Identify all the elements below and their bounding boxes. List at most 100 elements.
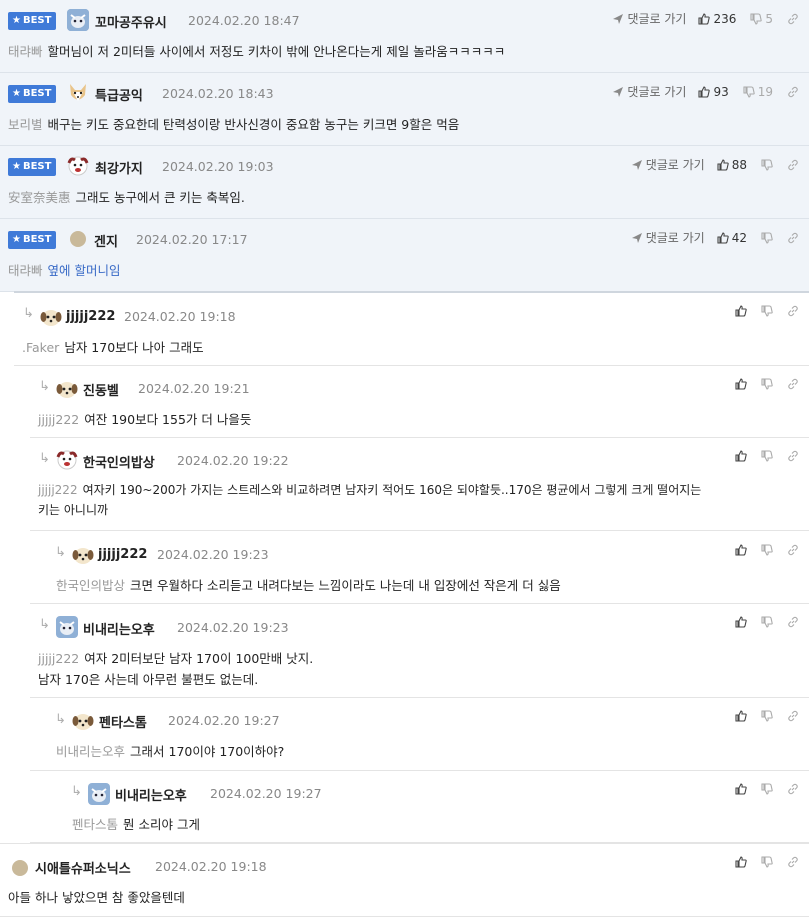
star-icon: ★ xyxy=(12,234,21,245)
link-icon[interactable] xyxy=(787,378,799,390)
comment-author[interactable]: 한국인의밥상 xyxy=(83,452,155,471)
comment-date: 2024.02.20 17:17 xyxy=(136,232,248,247)
thumbs-down-icon[interactable] xyxy=(761,616,773,628)
avatar[interactable] xyxy=(88,783,110,805)
avatar[interactable] xyxy=(67,82,89,104)
thumbs-down-icon[interactable] xyxy=(761,856,773,868)
thumbs-down-icon[interactable] xyxy=(761,544,773,556)
comment-actions xyxy=(735,450,799,462)
link-icon[interactable] xyxy=(787,544,799,556)
comment-author[interactable]: 최강가지 xyxy=(95,158,143,177)
link-icon[interactable] xyxy=(787,856,799,868)
thumbs-up-icon[interactable] xyxy=(698,12,711,25)
thumbs-up-icon[interactable] xyxy=(698,85,711,98)
thumbs-up-icon[interactable] xyxy=(735,378,747,390)
like-count: 93 xyxy=(713,84,729,99)
comment-actions xyxy=(735,305,799,317)
avatar[interactable] xyxy=(72,710,94,732)
thumbs-down-icon[interactable] xyxy=(761,783,773,795)
reply-target[interactable]: 펜타스톰 xyxy=(72,817,118,832)
comment-date: 2024.02.20 19:23 xyxy=(177,620,289,635)
thumbs-up-icon[interactable] xyxy=(735,783,747,795)
like-count: 42 xyxy=(731,230,747,245)
reply-target[interactable]: jjjjj222 xyxy=(38,412,79,427)
comment-date: 2024.02.20 19:23 xyxy=(157,547,269,562)
reply-arrow-icon: ↳ xyxy=(23,306,34,321)
avatar[interactable] xyxy=(67,9,89,31)
comment-actions: 댓글로 가기 42 xyxy=(631,229,799,246)
link-icon[interactable] xyxy=(787,13,799,25)
send-icon xyxy=(613,86,624,97)
thumbs-down-icon[interactable] xyxy=(761,231,773,244)
thumbs-up-icon[interactable] xyxy=(735,544,747,556)
link-icon[interactable] xyxy=(787,710,799,722)
reply-target[interactable]: jjjjj222 xyxy=(38,651,79,666)
link-icon[interactable] xyxy=(787,450,799,462)
thumbs-up-icon[interactable] xyxy=(717,158,729,171)
goto-comment-link[interactable]: 댓글로 가기 xyxy=(612,83,686,100)
best-badge: ★ BEST xyxy=(8,158,57,176)
comment-actions xyxy=(735,856,799,868)
goto-comment-link[interactable]: 댓글로 가기 xyxy=(631,156,705,173)
comment-author[interactable]: 겐지 xyxy=(94,231,118,250)
reply-target[interactable]: 安室奈美惠 xyxy=(8,190,71,205)
thumbs-up-icon[interactable] xyxy=(735,856,747,868)
link-icon[interactable] xyxy=(787,616,799,628)
link-icon[interactable] xyxy=(787,86,799,98)
comment-author[interactable]: jjjjj222 xyxy=(66,309,115,324)
send-icon xyxy=(631,159,642,170)
thumbs-down-icon[interactable] xyxy=(761,158,773,171)
comment-item: ↳ 한국인의밥상 2024.02.20 19:22 jjjjj222 여자키 19… xyxy=(30,438,809,531)
thumbs-down-icon[interactable] xyxy=(750,12,763,25)
reply-target[interactable]: 비내리는오후 xyxy=(56,744,125,759)
comment-item: 시애틀슈퍼소닉스 2024.02.20 19:18 아들 하나 낳았으면 참 좋… xyxy=(0,843,809,917)
avatar[interactable] xyxy=(40,306,62,328)
comment-author[interactable]: 꼬마공주유시 xyxy=(95,12,167,31)
thumbs-down-icon[interactable] xyxy=(743,85,755,98)
reply-target[interactable]: 태랴빠 xyxy=(8,263,43,278)
thumbs-up-icon[interactable] xyxy=(735,450,747,462)
comment-item: ↳ 진동벨 2024.02.20 19:21 jjjjj222 여잔 190보다 … xyxy=(30,366,809,438)
comment-author[interactable]: 펜타스톰 xyxy=(99,712,147,731)
comment-date: 2024.02.20 18:47 xyxy=(188,13,300,28)
thumbs-up-icon[interactable] xyxy=(735,710,747,722)
thumbs-up-icon[interactable] xyxy=(735,305,747,317)
comment-actions xyxy=(735,710,799,722)
comment-author[interactable]: jjjjj222 xyxy=(98,547,147,562)
comment-author[interactable]: 비내리는오후 xyxy=(115,785,187,804)
reply-target[interactable]: 한국인의밥상 xyxy=(56,578,125,593)
link-icon[interactable] xyxy=(787,159,799,171)
goto-comment-link[interactable]: 댓글로 가기 xyxy=(631,229,705,246)
like-count: 236 xyxy=(713,11,737,26)
reply-target[interactable]: 태랴빠 xyxy=(8,44,43,59)
comment-actions xyxy=(735,544,799,556)
best-comment: ★ BEST 최강가지 2024.02.20 19:03 댓글로 가기 88 安室… xyxy=(0,146,809,219)
avatar[interactable] xyxy=(56,378,78,400)
comment-date: 2024.02.20 18:43 xyxy=(162,86,274,101)
avatar[interactable] xyxy=(56,616,78,638)
comment-author[interactable]: 시애틀슈퍼소닉스 xyxy=(35,858,131,877)
comment-date: 2024.02.20 19:22 xyxy=(177,453,289,468)
link-icon[interactable] xyxy=(787,232,799,244)
reply-target[interactable]: .Faker xyxy=(22,340,59,355)
link-icon[interactable] xyxy=(787,783,799,795)
goto-comment-link[interactable]: 댓글로 가기 xyxy=(612,10,686,27)
comment-author[interactable]: 진동벨 xyxy=(83,380,119,399)
avatar[interactable] xyxy=(72,544,94,566)
thumbs-down-icon[interactable] xyxy=(761,450,773,462)
thumbs-down-icon[interactable] xyxy=(761,710,773,722)
avatar[interactable] xyxy=(70,231,86,247)
avatar[interactable] xyxy=(12,860,28,876)
avatar[interactable] xyxy=(56,449,78,471)
reply-target[interactable]: jjjjj222 xyxy=(38,483,78,497)
thumbs-down-icon[interactable] xyxy=(761,305,773,317)
comment-author[interactable]: 특급공익 xyxy=(95,85,143,104)
thumbs-up-icon[interactable] xyxy=(717,231,729,244)
reply-target[interactable]: 보리별 xyxy=(8,117,43,132)
comment-actions: 댓글로 가기 93 19 xyxy=(612,83,799,100)
thumbs-down-icon[interactable] xyxy=(761,378,773,390)
avatar[interactable] xyxy=(67,155,89,177)
thumbs-up-icon[interactable] xyxy=(735,616,747,628)
comment-author[interactable]: 비내리는오후 xyxy=(83,619,155,638)
link-icon[interactable] xyxy=(787,305,799,317)
